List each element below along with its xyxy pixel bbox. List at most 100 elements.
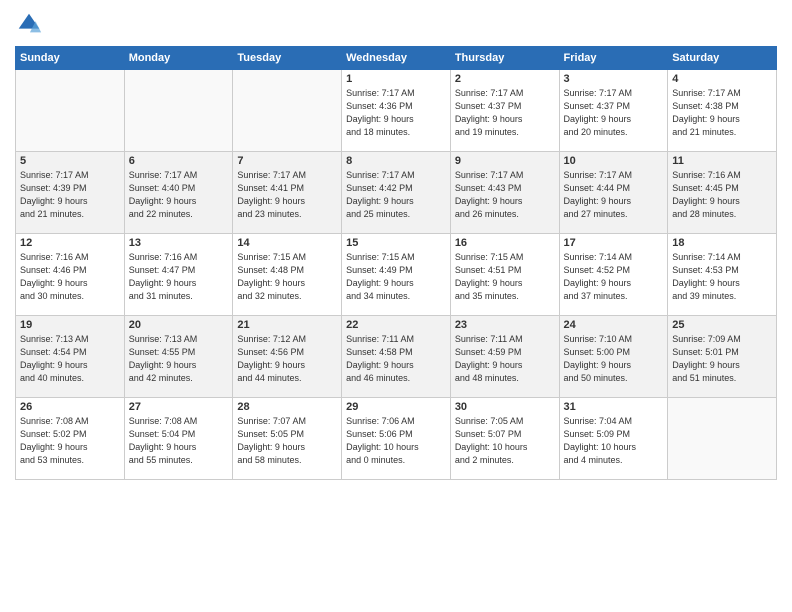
day-info: Sunrise: 7:15 AMSunset: 4:51 PMDaylight:… bbox=[455, 251, 555, 303]
calendar-cell: 13 Sunrise: 7:16 AMSunset: 4:47 PMDayligh… bbox=[124, 234, 233, 316]
calendar-cell: 19 Sunrise: 7:13 AMSunset: 4:54 PMDayligh… bbox=[16, 316, 125, 398]
logo bbox=[15, 10, 47, 38]
day-info: Sunrise: 7:17 AMSunset: 4:43 PMDaylight:… bbox=[455, 169, 555, 221]
day-header-friday: Friday bbox=[559, 47, 668, 70]
calendar-cell: 16 Sunrise: 7:15 AMSunset: 4:51 PMDayligh… bbox=[450, 234, 559, 316]
week-row-4: 19 Sunrise: 7:13 AMSunset: 4:54 PMDayligh… bbox=[16, 316, 777, 398]
header bbox=[15, 10, 777, 38]
calendar-cell: 18 Sunrise: 7:14 AMSunset: 4:53 PMDayligh… bbox=[668, 234, 777, 316]
calendar-cell: 21 Sunrise: 7:12 AMSunset: 4:56 PMDayligh… bbox=[233, 316, 342, 398]
calendar-header: SundayMondayTuesdayWednesdayThursdayFrid… bbox=[16, 47, 777, 70]
calendar-cell: 4Sunrise: 7:17 AMSunset: 4:38 PMDaylight… bbox=[668, 70, 777, 152]
day-info: Sunrise: 7:16 AMSunset: 4:46 PMDaylight:… bbox=[20, 251, 120, 303]
calendar-cell: 27 Sunrise: 7:08 AMSunset: 5:04 PMDayligh… bbox=[124, 398, 233, 480]
day-header-sunday: Sunday bbox=[16, 47, 125, 70]
day-info: Sunrise: 7:17 AMSunset: 4:41 PMDaylight:… bbox=[237, 169, 337, 221]
calendar-cell: 22 Sunrise: 7:11 AMSunset: 4:58 PMDayligh… bbox=[342, 316, 451, 398]
day-number: 14 bbox=[237, 237, 337, 249]
logo-icon bbox=[15, 10, 43, 38]
day-info: Sunrise: 7:16 AMSunset: 4:45 PMDaylight:… bbox=[672, 169, 772, 221]
day-number: 3 bbox=[564, 73, 664, 85]
week-row-5: 26 Sunrise: 7:08 AMSunset: 5:02 PMDayligh… bbox=[16, 398, 777, 480]
day-info: Sunrise: 7:08 AMSunset: 5:02 PMDaylight:… bbox=[20, 415, 120, 467]
calendar-cell: 3 Sunrise: 7:17 AMSunset: 4:37 PMDaylight… bbox=[559, 70, 668, 152]
day-info: Sunrise: 7:15 AMSunset: 4:48 PMDaylight:… bbox=[237, 251, 337, 303]
day-info: Sunrise: 7:17 AMSunset: 4:37 PMDaylight:… bbox=[455, 87, 555, 139]
day-info: Sunrise: 7:17 AMSunset: 4:42 PMDaylight:… bbox=[346, 169, 446, 221]
day-info: Sunrise: 7:17 AMSunset: 4:38 PMDaylight:… bbox=[672, 87, 772, 139]
day-info: Sunrise: 7:17 AMSunset: 4:40 PMDaylight:… bbox=[129, 169, 229, 221]
calendar-cell: 1 Sunrise: 7:17 AMSunset: 4:36 PMDaylight… bbox=[342, 70, 451, 152]
calendar-cell: 29 Sunrise: 7:06 AMSunset: 5:06 PMDayligh… bbox=[342, 398, 451, 480]
day-info: Sunrise: 7:14 AMSunset: 4:52 PMDaylight:… bbox=[564, 251, 664, 303]
day-number: 5 bbox=[20, 155, 120, 167]
day-info: Sunrise: 7:04 AMSunset: 5:09 PMDaylight:… bbox=[564, 415, 664, 467]
calendar-cell bbox=[233, 70, 342, 152]
calendar-cell: 10 Sunrise: 7:17 AMSunset: 4:44 PMDayligh… bbox=[559, 152, 668, 234]
day-info: Sunrise: 7:16 AMSunset: 4:47 PMDaylight:… bbox=[129, 251, 229, 303]
day-info: Sunrise: 7:17 AMSunset: 4:37 PMDaylight:… bbox=[564, 87, 664, 139]
day-number: 19 bbox=[20, 319, 120, 331]
day-number: 21 bbox=[237, 319, 337, 331]
calendar-cell bbox=[16, 70, 125, 152]
day-number: 15 bbox=[346, 237, 446, 249]
day-number: 28 bbox=[237, 401, 337, 413]
day-number: 7 bbox=[237, 155, 337, 167]
calendar-cell bbox=[668, 398, 777, 480]
page: SundayMondayTuesdayWednesdayThursdayFrid… bbox=[0, 0, 792, 612]
day-number: 30 bbox=[455, 401, 555, 413]
calendar-cell: 11 Sunrise: 7:16 AMSunset: 4:45 PMDayligh… bbox=[668, 152, 777, 234]
day-number: 26 bbox=[20, 401, 120, 413]
calendar-cell: 6 Sunrise: 7:17 AMSunset: 4:40 PMDaylight… bbox=[124, 152, 233, 234]
day-header-monday: Monday bbox=[124, 47, 233, 70]
day-info: Sunrise: 7:10 AMSunset: 5:00 PMDaylight:… bbox=[564, 333, 664, 385]
calendar-cell: 2 Sunrise: 7:17 AMSunset: 4:37 PMDaylight… bbox=[450, 70, 559, 152]
day-header-row: SundayMondayTuesdayWednesdayThursdayFrid… bbox=[16, 47, 777, 70]
calendar: SundayMondayTuesdayWednesdayThursdayFrid… bbox=[15, 46, 777, 480]
day-header-tuesday: Tuesday bbox=[233, 47, 342, 70]
calendar-cell: 15 Sunrise: 7:15 AMSunset: 4:49 PMDayligh… bbox=[342, 234, 451, 316]
day-number: 8 bbox=[346, 155, 446, 167]
day-info: Sunrise: 7:17 AMSunset: 4:36 PMDaylight:… bbox=[346, 87, 446, 139]
week-row-3: 12 Sunrise: 7:16 AMSunset: 4:46 PMDayligh… bbox=[16, 234, 777, 316]
day-number: 22 bbox=[346, 319, 446, 331]
day-info: Sunrise: 7:11 AMSunset: 4:58 PMDaylight:… bbox=[346, 333, 446, 385]
day-info: Sunrise: 7:05 AMSunset: 5:07 PMDaylight:… bbox=[455, 415, 555, 467]
day-info: Sunrise: 7:08 AMSunset: 5:04 PMDaylight:… bbox=[129, 415, 229, 467]
day-number: 16 bbox=[455, 237, 555, 249]
day-number: 18 bbox=[672, 237, 772, 249]
day-number: 1 bbox=[346, 73, 446, 85]
day-number: 11 bbox=[672, 155, 772, 167]
day-number: 29 bbox=[346, 401, 446, 413]
day-number: 13 bbox=[129, 237, 229, 249]
calendar-cell: 24Sunrise: 7:10 AMSunset: 5:00 PMDayligh… bbox=[559, 316, 668, 398]
day-info: Sunrise: 7:17 AMSunset: 4:44 PMDaylight:… bbox=[564, 169, 664, 221]
day-info: Sunrise: 7:06 AMSunset: 5:06 PMDaylight:… bbox=[346, 415, 446, 467]
day-number: 17 bbox=[564, 237, 664, 249]
calendar-cell: 26 Sunrise: 7:08 AMSunset: 5:02 PMDayligh… bbox=[16, 398, 125, 480]
day-header-thursday: Thursday bbox=[450, 47, 559, 70]
calendar-cell: 17 Sunrise: 7:14 AMSunset: 4:52 PMDayligh… bbox=[559, 234, 668, 316]
calendar-cell: 23Sunrise: 7:11 AMSunset: 4:59 PMDayligh… bbox=[450, 316, 559, 398]
day-number: 27 bbox=[129, 401, 229, 413]
calendar-cell bbox=[124, 70, 233, 152]
day-info: Sunrise: 7:07 AMSunset: 5:05 PMDaylight:… bbox=[237, 415, 337, 467]
day-info: Sunrise: 7:14 AMSunset: 4:53 PMDaylight:… bbox=[672, 251, 772, 303]
day-number: 6 bbox=[129, 155, 229, 167]
day-info: Sunrise: 7:13 AMSunset: 4:54 PMDaylight:… bbox=[20, 333, 120, 385]
day-info: Sunrise: 7:12 AMSunset: 4:56 PMDaylight:… bbox=[237, 333, 337, 385]
calendar-cell: 7 Sunrise: 7:17 AMSunset: 4:41 PMDaylight… bbox=[233, 152, 342, 234]
calendar-cell: 28 Sunrise: 7:07 AMSunset: 5:05 PMDayligh… bbox=[233, 398, 342, 480]
calendar-cell: 5Sunrise: 7:17 AMSunset: 4:39 PMDaylight… bbox=[16, 152, 125, 234]
calendar-cell: 12 Sunrise: 7:16 AMSunset: 4:46 PMDayligh… bbox=[16, 234, 125, 316]
calendar-cell: 30 Sunrise: 7:05 AMSunset: 5:07 PMDayligh… bbox=[450, 398, 559, 480]
day-info: Sunrise: 7:11 AMSunset: 4:59 PMDaylight:… bbox=[455, 333, 555, 385]
day-number: 20 bbox=[129, 319, 229, 331]
day-info: Sunrise: 7:15 AMSunset: 4:49 PMDaylight:… bbox=[346, 251, 446, 303]
day-number: 12 bbox=[20, 237, 120, 249]
day-number: 10 bbox=[564, 155, 664, 167]
calendar-cell: 14 Sunrise: 7:15 AMSunset: 4:48 PMDayligh… bbox=[233, 234, 342, 316]
day-number: 25 bbox=[672, 319, 772, 331]
week-row-1: 1 Sunrise: 7:17 AMSunset: 4:36 PMDaylight… bbox=[16, 70, 777, 152]
day-number: 2 bbox=[455, 73, 555, 85]
